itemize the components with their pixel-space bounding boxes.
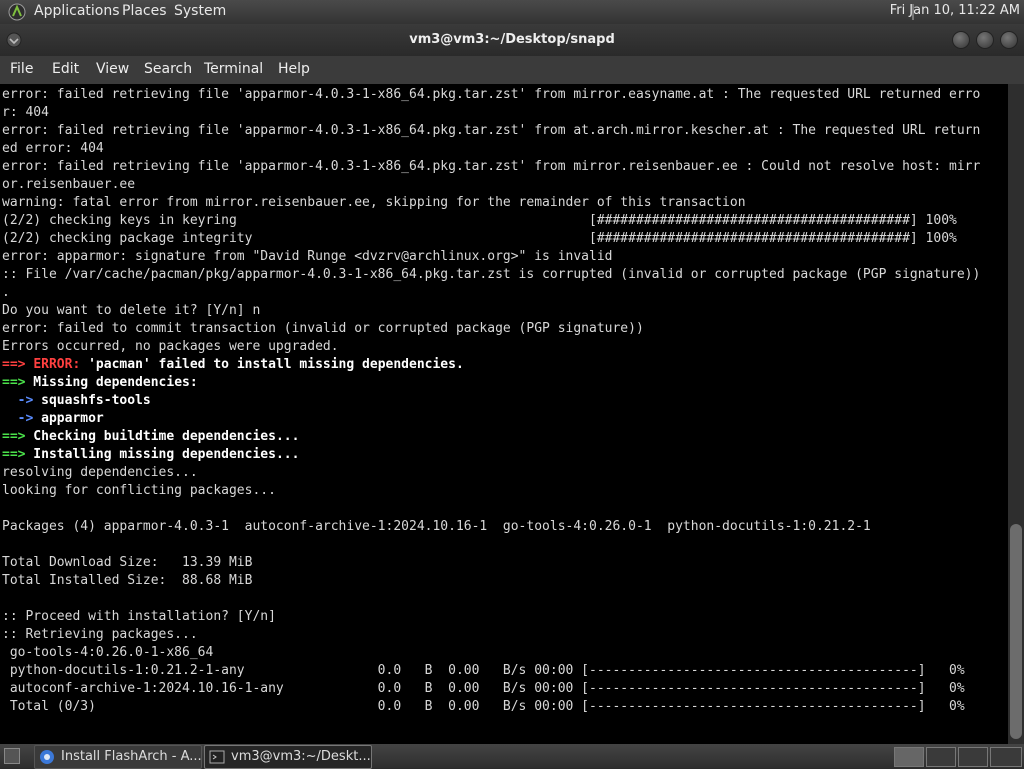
mate-logo-icon[interactable] <box>8 3 26 21</box>
terminal-line: resolving dependencies... <box>2 465 198 480</box>
terminal-line: python-docutils-1:0.21.2-1-any 0.0 B 0.0… <box>2 663 965 678</box>
terminal-line: error: failed retrieving file 'apparmor-… <box>2 87 981 102</box>
browser-icon <box>40 750 54 764</box>
terminal-line: :: File /var/cache/pacman/pkg/apparmor-4… <box>2 267 981 282</box>
terminal-line: (2/2) checking package integrity [######… <box>2 231 957 246</box>
checking-arrow: ==> <box>2 429 26 444</box>
terminal-line: Total (0/3) 0.0 B 0.00 B/s 00:00 [------… <box>2 699 965 714</box>
clock[interactable]: Fri Jan 10, 11:22 AM <box>890 3 1020 18</box>
terminal-line: error: failed to commit transaction (inv… <box>2 321 644 336</box>
taskbar-item-terminal[interactable]: vm3@vm3:~/Deskt... <box>204 745 372 769</box>
menu-help[interactable]: Help <box>278 61 310 77</box>
terminal-line: or.reisenbauer.ee <box>2 177 136 192</box>
menu-terminal[interactable]: Terminal <box>204 61 263 77</box>
installing-arrow: ==> <box>2 447 26 462</box>
terminal-scrollbar[interactable] <box>1008 84 1024 744</box>
workspace-4[interactable] <box>990 747 1022 767</box>
terminal-line: :: Retrieving packages... <box>2 627 198 642</box>
terminal-line: Errors occurred, no packages were upgrad… <box>2 339 339 354</box>
terminal-window: vm3@vm3:~/Desktop/snapd File Edit View S… <box>0 24 1024 744</box>
taskbar-item-label: vm3@vm3:~/Deskt... <box>231 749 371 764</box>
terminal-line: error: apparmor: signature from "David R… <box>2 249 613 264</box>
terminal-icon <box>209 750 225 764</box>
top-panel: Applications Places System Fri Jan 10, 1… <box>0 0 1024 24</box>
terminal-line: Total Download Size: 13.39 MiB <box>2 555 253 570</box>
terminal-line: Do you want to delete it? [Y/n] n <box>2 303 261 318</box>
terminal-line: Packages (4) apparmor-4.0.3-1 autoconf-a… <box>2 519 871 534</box>
workspace-1[interactable] <box>894 747 924 767</box>
terminal-line: r: 404 <box>2 105 49 120</box>
terminal-line: error: failed retrieving file 'apparmor-… <box>2 123 981 138</box>
installing-text: Installing missing dependencies... <box>25 447 300 462</box>
system-menu[interactable]: System <box>174 3 226 19</box>
show-desktop-icon[interactable] <box>4 748 20 764</box>
terminal-line: looking for conflicting packages... <box>2 483 276 498</box>
dependency-item: squashfs-tools <box>33 393 151 408</box>
terminal-line: Total Installed Size: 88.68 MiB <box>2 573 253 588</box>
workspace-3[interactable] <box>958 747 988 767</box>
menu-bar: File Edit View Search Terminal Help <box>0 56 1024 84</box>
missing-header: Missing dependencies: <box>25 375 198 390</box>
dependency-arrow: -> <box>2 411 34 426</box>
terminal-line: :: Proceed with installation? [Y/n] <box>2 609 276 624</box>
places-menu[interactable]: Places <box>122 3 167 19</box>
menu-edit[interactable]: Edit <box>52 61 79 77</box>
applications-menu[interactable]: Applications <box>34 3 120 19</box>
title-bar[interactable]: vm3@vm3:~/Desktop/snapd <box>0 24 1024 56</box>
missing-arrow: ==> <box>2 375 26 390</box>
workspace-2[interactable] <box>926 747 956 767</box>
dependency-item: apparmor <box>33 411 104 426</box>
bottom-panel: Install FlashArch - A... vm3@vm3:~/Deskt… <box>0 744 1024 769</box>
terminal-line: (2/2) checking keys in keyring [########… <box>2 213 957 228</box>
close-button[interactable] <box>1000 31 1018 49</box>
terminal-line: warning: fatal error from mirror.reisenb… <box>2 195 746 210</box>
dependency-arrow: -> <box>2 393 34 408</box>
taskbar-item-label: Install FlashArch - A... <box>61 749 202 764</box>
terminal-line: autoconf-archive-1:2024.10.16-1-any 0.0 … <box>2 681 965 696</box>
menu-file[interactable]: File <box>10 61 33 77</box>
menu-search[interactable]: Search <box>144 61 192 77</box>
terminal-line: ed error: 404 <box>2 141 104 156</box>
error-label: ERROR: <box>33 357 81 372</box>
terminal-line: go-tools-4:0.26.0-1-x86_64 <box>2 645 214 660</box>
taskbar-item-browser[interactable]: Install FlashArch - A... <box>34 745 202 769</box>
error-arrow: ==> <box>2 357 26 372</box>
terminal-line: . <box>2 285 10 300</box>
maximize-button[interactable] <box>976 31 994 49</box>
terminal-line: error: failed retrieving file 'apparmor-… <box>2 159 981 174</box>
checking-text: Checking buildtime dependencies... <box>25 429 300 444</box>
scrollbar-thumb[interactable] <box>1010 524 1022 739</box>
window-title: vm3@vm3:~/Desktop/snapd <box>409 32 615 47</box>
terminal-output[interactable]: error: failed retrieving file 'apparmor-… <box>0 84 1008 744</box>
menu-view[interactable]: View <box>96 61 129 77</box>
error-message: 'pacman' failed to install missing depen… <box>80 357 464 372</box>
minimize-button[interactable] <box>952 31 970 49</box>
